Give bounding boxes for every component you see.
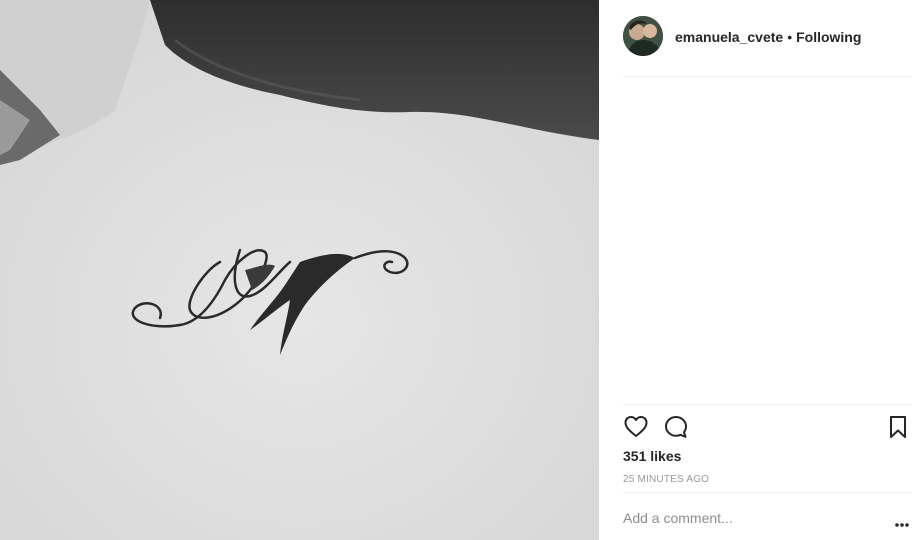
post-photo[interactable]	[0, 0, 599, 540]
heart-icon[interactable]	[623, 414, 649, 440]
post-timestamp[interactable]: 25 MINUTES AGO	[623, 474, 709, 486]
likes-count[interactable]: 351 likes	[623, 448, 681, 464]
author-username-link[interactable]: emanuela_cvete	[675, 29, 783, 45]
separator-dot: •	[787, 29, 793, 45]
avatar-image	[623, 16, 663, 56]
bookmark-icon[interactable]	[885, 414, 911, 440]
post-details-panel: emanuela_cvete • Following 351 likes 25 MI…	[599, 0, 924, 540]
post-header: emanuela_cvete • Following	[623, 16, 911, 76]
following-button[interactable]: Following	[796, 29, 861, 45]
comment-box-divider	[623, 492, 911, 493]
action-bar	[623, 414, 911, 442]
post-author-line: emanuela_cvete • Following	[675, 29, 861, 45]
comment-input[interactable]	[623, 510, 873, 526]
comments-divider	[623, 404, 911, 405]
avatar[interactable]	[623, 16, 663, 56]
speech-bubble-icon[interactable]	[663, 414, 689, 440]
tattoo-photo-image	[0, 0, 599, 540]
ellipsis-icon[interactable]	[895, 515, 909, 527]
header-divider	[623, 76, 911, 77]
